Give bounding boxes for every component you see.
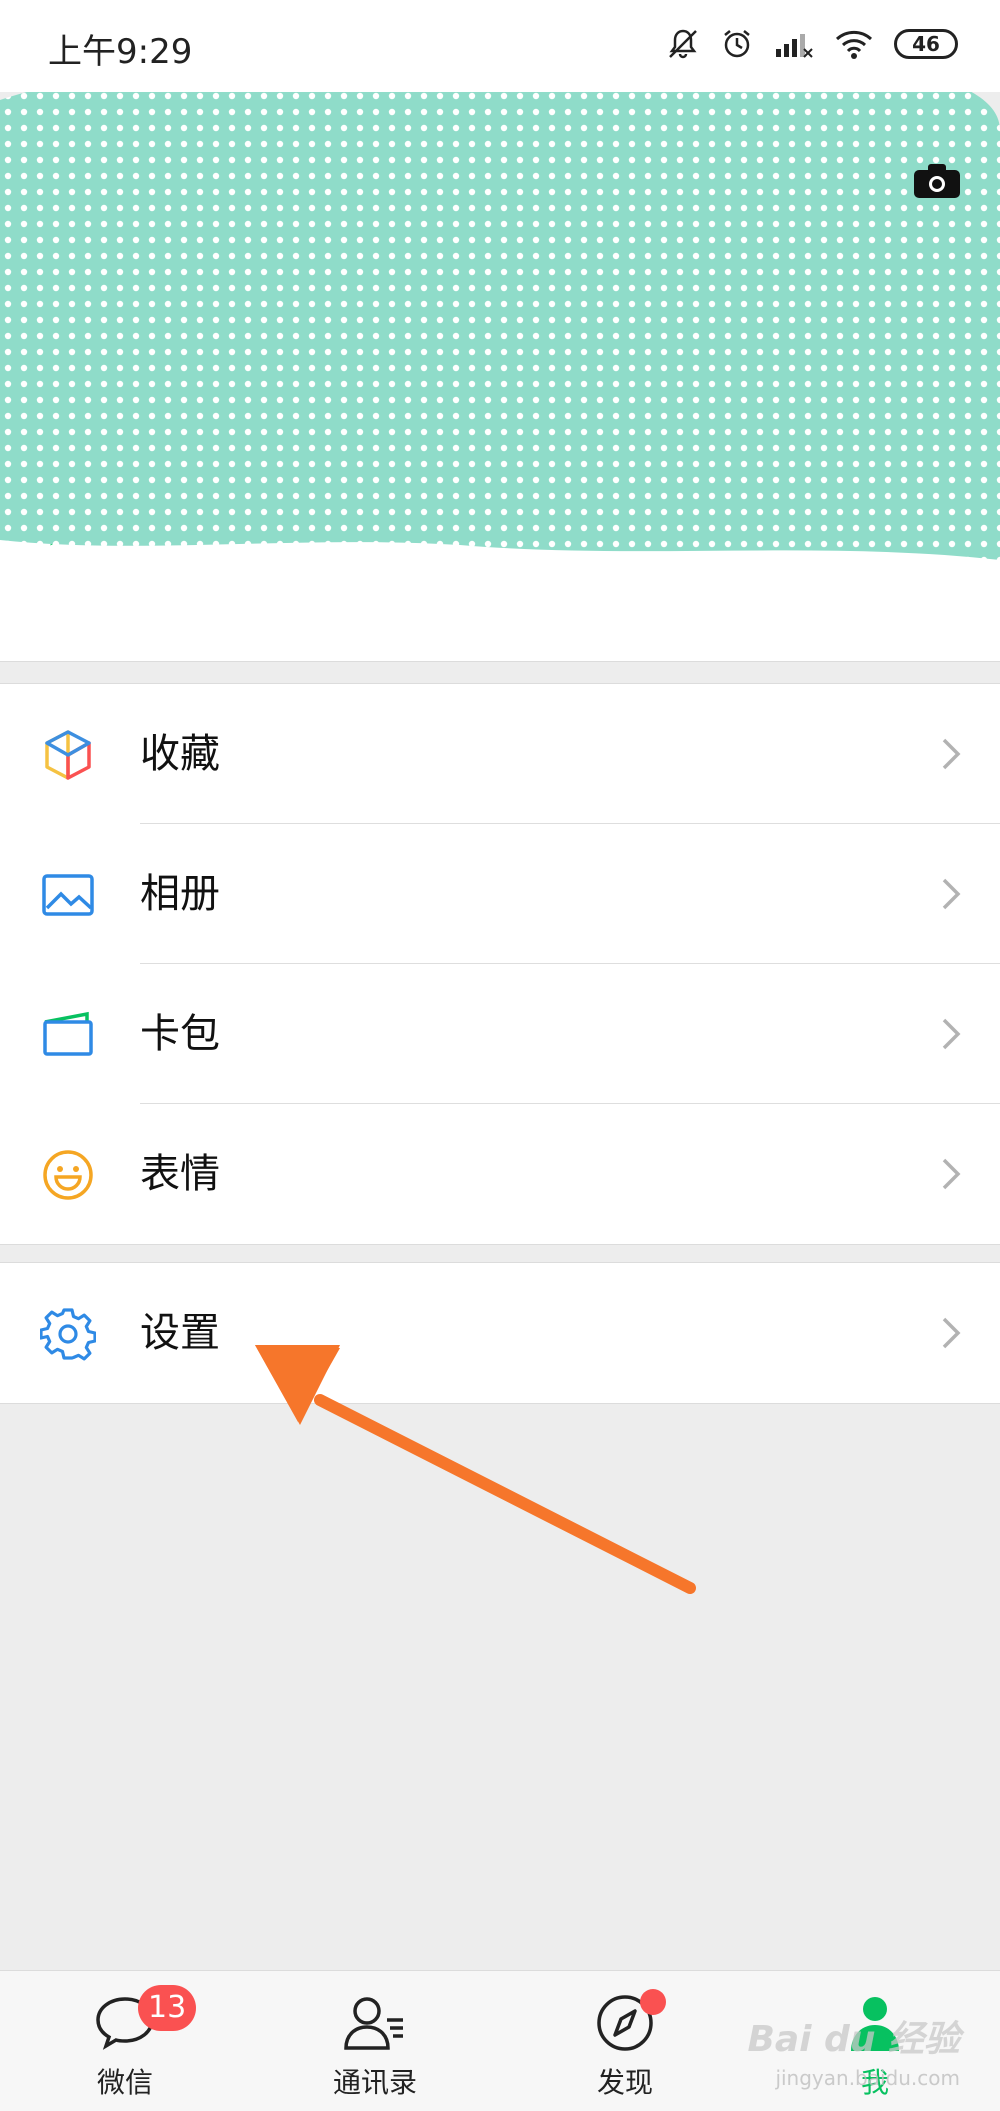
menu-item-favorites[interactable]: 收藏: [0, 684, 1000, 824]
tab-chats[interactable]: 微信 13: [0, 1971, 250, 2111]
tab-label: 微信: [96, 2066, 153, 2099]
status-icons: 46: [666, 22, 958, 66]
menu-item-stickers[interactable]: 表情: [0, 1104, 1000, 1244]
chevron-right-icon: [942, 1317, 961, 1349]
contacts-icon: [343, 1991, 407, 2055]
menu-item-label: 设置: [140, 1310, 220, 1356]
baidu-watermark: Bai du 经验: [747, 2019, 960, 2060]
mute-icon: [666, 27, 700, 61]
chevron-right-icon: [942, 1158, 961, 1190]
menu-item-album[interactable]: 相册: [0, 824, 1000, 964]
menu-group-settings: 设置: [0, 1262, 1000, 1404]
menu-item-cards[interactable]: 卡包: [0, 964, 1000, 1104]
gear-icon: [40, 1306, 96, 1362]
profile-header-redacted: [0, 40, 1000, 570]
status-time: 上午9:29: [48, 32, 193, 72]
card-wallet-icon: [40, 1007, 96, 1063]
menu-item-label: 表情: [140, 1151, 220, 1197]
new-dot-badge: [640, 1989, 666, 2015]
alarm-icon: [720, 27, 754, 61]
camera-icon[interactable]: [912, 160, 962, 200]
signal-icon: [774, 29, 814, 59]
menu-item-settings[interactable]: 设置: [0, 1263, 1000, 1403]
menu-item-label: 相册: [140, 871, 220, 917]
album-icon: [40, 867, 96, 923]
chevron-right-icon: [942, 878, 961, 910]
chevron-right-icon: [942, 1018, 961, 1050]
tab-contacts[interactable]: 通讯录: [250, 1971, 500, 2111]
redaction-overlay: [0, 55, 1000, 560]
unread-badge: 13: [138, 1985, 197, 2031]
wifi-icon: [834, 28, 874, 60]
menu-item-label: 收藏: [140, 731, 220, 777]
status-bar: 上午9:29 46: [0, 0, 1000, 92]
tab-label: 通讯录: [332, 2066, 417, 2099]
watermark-url: jingyan.baidu.com: [775, 2066, 960, 2090]
battery-indicator: 46: [894, 29, 958, 59]
favorites-cube-icon: [40, 727, 96, 783]
tab-discover[interactable]: 发现: [500, 1971, 750, 2111]
smiley-icon: [40, 1147, 96, 1203]
menu-group-main: 收藏 相册 卡包 表情: [0, 683, 1000, 1245]
chevron-right-icon: [942, 738, 961, 770]
tab-label: 发现: [596, 2066, 653, 2099]
menu-item-label: 卡包: [140, 1011, 220, 1057]
